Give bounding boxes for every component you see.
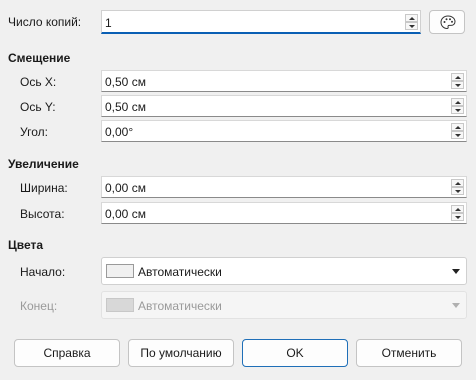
arrow-up-icon bbox=[455, 101, 461, 104]
angle-label: Угол: bbox=[20, 125, 48, 139]
width-input[interactable]: 0,00 см bbox=[101, 176, 467, 198]
offset-y-value: 0,50 см bbox=[105, 100, 146, 114]
end-color-swatch bbox=[106, 298, 134, 312]
arrow-up-icon bbox=[455, 126, 461, 129]
palette-icon bbox=[440, 15, 456, 30]
offset-x-value: 0,50 см bbox=[105, 75, 146, 89]
arrow-up-icon bbox=[409, 17, 415, 20]
angle-value: 0,00° bbox=[105, 125, 134, 139]
arrow-up-icon bbox=[455, 76, 461, 79]
offset-y-spinner[interactable] bbox=[451, 98, 464, 114]
start-color-swatch bbox=[106, 264, 134, 278]
copies-increment-button[interactable] bbox=[405, 14, 418, 22]
offset-x-label: Ось X: bbox=[20, 75, 57, 89]
start-color-dropdown[interactable]: Автоматически bbox=[101, 257, 467, 285]
offset-x-increment-button[interactable] bbox=[451, 73, 464, 81]
arrow-down-icon bbox=[455, 134, 461, 137]
help-button[interactable]: Справка bbox=[14, 339, 120, 367]
height-decrement-button[interactable] bbox=[451, 213, 464, 221]
enlargement-heading: Увеличение bbox=[8, 157, 79, 171]
angle-input[interactable]: 0,00° bbox=[101, 120, 467, 142]
angle-increment-button[interactable] bbox=[451, 123, 464, 131]
width-value: 0,00 см bbox=[105, 181, 146, 195]
end-color-dropdown: Автоматически bbox=[101, 291, 467, 319]
offset-y-input[interactable]: 0,50 см bbox=[101, 95, 467, 117]
height-increment-button[interactable] bbox=[451, 205, 464, 213]
angle-decrement-button[interactable] bbox=[451, 131, 464, 139]
chevron-down-icon bbox=[452, 269, 460, 274]
end-color-value: Автоматически bbox=[138, 299, 222, 313]
arrow-down-icon bbox=[409, 25, 415, 28]
cancel-button[interactable]: Отменить bbox=[356, 339, 462, 367]
ok-button[interactable]: OK bbox=[242, 339, 348, 367]
offset-heading: Смещение bbox=[8, 51, 71, 65]
copies-decrement-button[interactable] bbox=[405, 22, 418, 30]
height-input[interactable]: 0,00 см bbox=[101, 202, 467, 224]
colors-heading: Цвета bbox=[8, 238, 44, 252]
reset-button[interactable]: По умолчанию bbox=[128, 339, 234, 367]
arrow-down-icon bbox=[455, 216, 461, 219]
offset-y-label: Ось Y: bbox=[20, 100, 56, 114]
start-color-value: Автоматически bbox=[138, 265, 222, 279]
arrow-up-icon bbox=[455, 208, 461, 211]
arrow-down-icon bbox=[455, 84, 461, 87]
width-label: Ширина: bbox=[20, 181, 68, 195]
copies-value: 1 bbox=[105, 16, 112, 30]
width-decrement-button[interactable] bbox=[451, 187, 464, 195]
start-color-label: Начало: bbox=[20, 265, 66, 279]
offset-x-decrement-button[interactable] bbox=[451, 81, 464, 89]
color-picker-button[interactable] bbox=[429, 10, 465, 34]
copies-label: Число копий: bbox=[8, 15, 82, 29]
height-label: Высота: bbox=[20, 207, 65, 221]
end-color-label: Конец: bbox=[20, 299, 58, 313]
offset-x-input[interactable]: 0,50 см bbox=[101, 70, 467, 92]
copies-input[interactable]: 1 bbox=[101, 10, 421, 34]
arrow-up-icon bbox=[455, 182, 461, 185]
width-spinner[interactable] bbox=[451, 179, 464, 195]
copies-spinner[interactable] bbox=[405, 14, 418, 30]
arrow-down-icon bbox=[455, 109, 461, 112]
chevron-down-icon bbox=[452, 303, 460, 308]
height-value: 0,00 см bbox=[105, 207, 146, 221]
arrow-down-icon bbox=[455, 190, 461, 193]
height-spinner[interactable] bbox=[451, 205, 464, 221]
angle-spinner[interactable] bbox=[451, 123, 464, 139]
offset-x-spinner[interactable] bbox=[451, 73, 464, 89]
width-increment-button[interactable] bbox=[451, 179, 464, 187]
offset-y-decrement-button[interactable] bbox=[451, 106, 464, 114]
offset-y-increment-button[interactable] bbox=[451, 98, 464, 106]
